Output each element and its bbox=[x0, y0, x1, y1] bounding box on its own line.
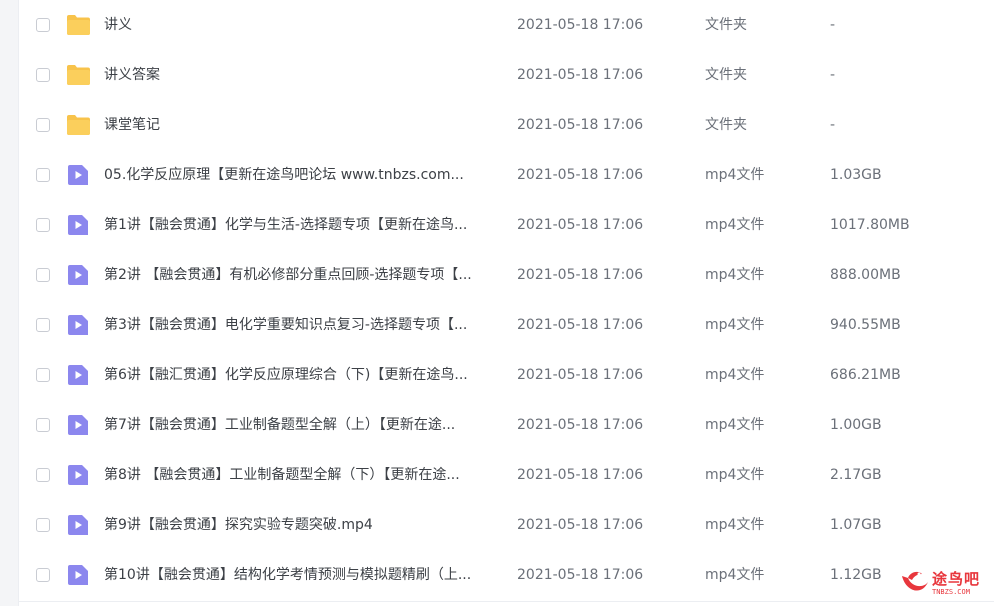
row-checkbox[interactable] bbox=[36, 468, 50, 482]
file-row[interactable]: 第8讲 【融会贯通】工业制备题型全解（下）【更新在途... 2021-05-18 … bbox=[19, 450, 994, 500]
file-type: 文件夹 bbox=[705, 67, 747, 83]
video-file-icon bbox=[66, 364, 91, 386]
file-size: 686.21MB bbox=[830, 367, 901, 383]
row-checkbox[interactable] bbox=[36, 318, 50, 332]
folder-icon bbox=[66, 14, 91, 36]
file-size: - bbox=[830, 17, 836, 33]
file-modified-date: 2021-05-18 17:06 bbox=[517, 417, 644, 433]
file-modified-date: 2021-05-18 17:06 bbox=[517, 267, 644, 283]
file-type: mp4文件 bbox=[705, 567, 765, 583]
file-size: 1017.80MB bbox=[830, 217, 910, 233]
file-type: 文件夹 bbox=[705, 17, 747, 33]
file-row[interactable]: 课堂笔记 2021-05-18 17:06 文件夹 - bbox=[19, 100, 994, 150]
file-modified-date: 2021-05-18 17:06 bbox=[517, 317, 644, 333]
file-row[interactable]: 05.化学反应原理【更新在途鸟吧论坛 www.tnbzs.com... 2021-… bbox=[19, 150, 994, 200]
video-file-icon bbox=[66, 214, 91, 236]
file-name[interactable]: 第3讲【融会贯通】电化学重要知识点复习-选择题专项【... bbox=[104, 300, 499, 350]
file-type: mp4文件 bbox=[705, 217, 765, 233]
file-size: 940.55MB bbox=[830, 317, 901, 333]
file-size: 888.00MB bbox=[830, 267, 901, 283]
video-file-icon bbox=[66, 564, 91, 586]
file-list: 讲义 2021-05-18 17:06 文件夹 - 讲义答案 2021-05-18 17:… bbox=[19, 0, 994, 600]
file-size: 1.03GB bbox=[830, 167, 882, 183]
file-type: mp4文件 bbox=[705, 517, 765, 533]
row-checkbox[interactable] bbox=[36, 218, 50, 232]
file-size: 2.17GB bbox=[830, 467, 882, 483]
file-modified-date: 2021-05-18 17:06 bbox=[517, 467, 644, 483]
file-modified-date: 2021-05-18 17:06 bbox=[517, 367, 644, 383]
row-checkbox[interactable] bbox=[36, 168, 50, 182]
file-modified-date: 2021-05-18 17:06 bbox=[517, 67, 644, 83]
file-row[interactable]: 第10讲【融会贯通】结构化学考情预测与模拟题精刷（上... 2021-05-18 … bbox=[19, 550, 994, 600]
row-checkbox[interactable] bbox=[36, 518, 50, 532]
video-file-icon bbox=[66, 164, 91, 186]
file-name[interactable]: 05.化学反应原理【更新在途鸟吧论坛 www.tnbzs.com... bbox=[104, 150, 499, 200]
row-checkbox[interactable] bbox=[36, 268, 50, 282]
file-name[interactable]: 讲义 bbox=[104, 0, 499, 50]
left-sidebar-edge bbox=[0, 0, 19, 606]
file-row[interactable]: 讲义 2021-05-18 17:06 文件夹 - bbox=[19, 0, 994, 50]
file-modified-date: 2021-05-18 17:06 bbox=[517, 217, 644, 233]
video-file-icon bbox=[66, 314, 91, 336]
file-size: - bbox=[830, 117, 836, 133]
row-checkbox[interactable] bbox=[36, 368, 50, 382]
file-type: 文件夹 bbox=[705, 117, 747, 133]
file-name[interactable]: 第2讲 【融会贯通】有机必修部分重点回顾-选择题专项【... bbox=[104, 250, 499, 300]
file-row[interactable]: 讲义答案 2021-05-18 17:06 文件夹 - bbox=[19, 50, 994, 100]
file-type: mp4文件 bbox=[705, 367, 765, 383]
video-file-icon bbox=[66, 414, 91, 436]
file-name[interactable]: 讲义答案 bbox=[104, 50, 499, 100]
file-row[interactable]: 第3讲【融会贯通】电化学重要知识点复习-选择题专项【... 2021-05-18 … bbox=[19, 300, 994, 350]
row-checkbox[interactable] bbox=[36, 18, 50, 32]
file-name[interactable]: 第8讲 【融会贯通】工业制备题型全解（下）【更新在途... bbox=[104, 450, 499, 500]
file-size: 1.00GB bbox=[830, 417, 882, 433]
file-name[interactable]: 第1讲【融会贯通】化学与生活-选择题专项【更新在途鸟... bbox=[104, 200, 499, 250]
file-row[interactable]: 第6讲【融汇贯通】化学反应原理综合（下)【更新在途鸟... 2021-05-18 … bbox=[19, 350, 994, 400]
file-modified-date: 2021-05-18 17:06 bbox=[517, 167, 644, 183]
file-browser-page: 讲义 2021-05-18 17:06 文件夹 - 讲义答案 2021-05-18 17:… bbox=[0, 0, 994, 606]
file-type: mp4文件 bbox=[705, 417, 765, 433]
file-row[interactable]: 第1讲【融会贯通】化学与生活-选择题专项【更新在途鸟... 2021-05-18 … bbox=[19, 200, 994, 250]
folder-icon bbox=[66, 114, 91, 136]
folder-icon bbox=[66, 64, 91, 86]
file-name[interactable]: 课堂笔记 bbox=[104, 100, 499, 150]
file-row[interactable]: 第2讲 【融会贯通】有机必修部分重点回顾-选择题专项【... 2021-05-18… bbox=[19, 250, 994, 300]
watermark-text: 途鸟吧 bbox=[932, 570, 981, 588]
file-modified-date: 2021-05-18 17:06 bbox=[517, 117, 644, 133]
file-size: 1.07GB bbox=[830, 517, 882, 533]
file-row[interactable]: 第9讲【融会贯通】探究实验专题突破.mp4 2021-05-18 17:06 mp4… bbox=[19, 500, 994, 550]
watermark-logo: 途鸟吧 TNBZS.COM bbox=[898, 566, 990, 602]
video-file-icon bbox=[66, 264, 91, 286]
row-checkbox[interactable] bbox=[36, 418, 50, 432]
file-type: mp4文件 bbox=[705, 267, 765, 283]
row-checkbox[interactable] bbox=[36, 568, 50, 582]
file-name[interactable]: 第10讲【融会贯通】结构化学考情预测与模拟题精刷（上... bbox=[104, 550, 499, 600]
file-size: - bbox=[830, 67, 836, 83]
bird-logo-icon bbox=[902, 571, 928, 591]
list-bottom-divider bbox=[19, 601, 994, 602]
file-name[interactable]: 第9讲【融会贯通】探究实验专题突破.mp4 bbox=[104, 500, 499, 550]
file-row[interactable]: 第7讲【融会贯通】工业制备题型全解（上）【更新在途... 2021-05-18 1… bbox=[19, 400, 994, 450]
watermark-subtext: TNBZS.COM bbox=[932, 588, 970, 596]
video-file-icon bbox=[66, 514, 91, 536]
file-name[interactable]: 第7讲【融会贯通】工业制备题型全解（上）【更新在途... bbox=[104, 400, 499, 450]
file-type: mp4文件 bbox=[705, 317, 765, 333]
file-modified-date: 2021-05-18 17:06 bbox=[517, 17, 644, 33]
video-file-icon bbox=[66, 464, 91, 486]
file-size: 1.12GB bbox=[830, 567, 882, 583]
file-modified-date: 2021-05-18 17:06 bbox=[517, 567, 644, 583]
file-modified-date: 2021-05-18 17:06 bbox=[517, 517, 644, 533]
row-checkbox[interactable] bbox=[36, 118, 50, 132]
file-type: mp4文件 bbox=[705, 467, 765, 483]
file-name[interactable]: 第6讲【融汇贯通】化学反应原理综合（下)【更新在途鸟... bbox=[104, 350, 499, 400]
file-type: mp4文件 bbox=[705, 167, 765, 183]
row-checkbox[interactable] bbox=[36, 68, 50, 82]
